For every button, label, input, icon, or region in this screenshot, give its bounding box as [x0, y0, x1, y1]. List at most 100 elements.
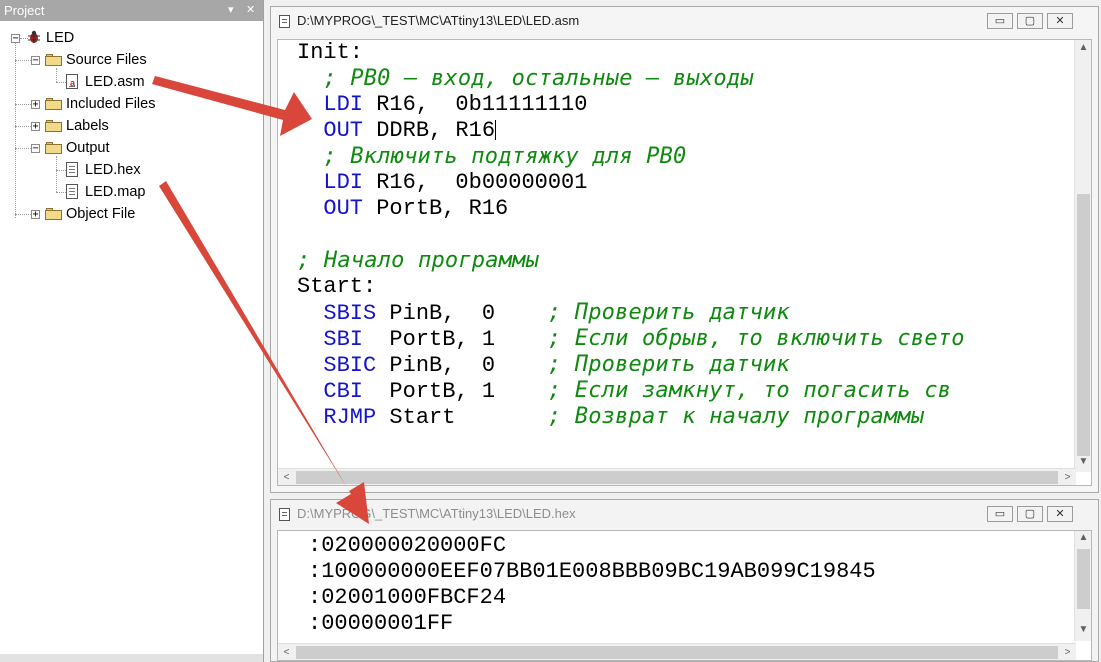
- code-comment: ; Проверить датчик: [547, 300, 790, 325]
- asm-vertical-scrollbar[interactable]: ▲ ▼: [1074, 40, 1091, 472]
- asm-window-titlebar[interactable]: D:\MYPROG\_TEST\MC\ATtiny13\LED\LED.asm …: [271, 7, 1098, 35]
- code-line: OUT DDRB, R16: [297, 118, 965, 144]
- code-line: ; Начало программы: [297, 248, 965, 274]
- scroll-down-icon[interactable]: ▼: [1075, 624, 1091, 635]
- code-comment: ; Возврат к началу программы: [547, 404, 925, 429]
- tree-item-led-map[interactable]: LED.map: [0, 182, 260, 202]
- code-operands: R16, 0b11111110: [363, 92, 588, 117]
- code-comment: ; Если обрыв, то включить свето: [547, 326, 965, 351]
- code-operands: Start: [376, 405, 548, 430]
- code-operands: PinB, 0: [376, 301, 548, 326]
- scroll-left-icon[interactable]: <: [278, 470, 295, 485]
- code-operands: PinB, 0: [376, 353, 548, 378]
- code-line: LDI R16, 0b11111110: [297, 92, 965, 118]
- folder-open-icon: [45, 142, 62, 154]
- folder-icon: [45, 120, 62, 132]
- tree-item-led-project[interactable]: − LED: [0, 28, 260, 48]
- tree-item-led-hex[interactable]: LED.hex: [0, 160, 260, 180]
- close-button[interactable]: ✕: [1047, 13, 1073, 29]
- code-line: ; Включить подтяжку для PB0: [297, 144, 965, 170]
- tree-item-source-files[interactable]: − Source Files: [0, 50, 260, 70]
- code-comment: ; Если замкнут, то погасить св: [547, 378, 952, 403]
- maximize-button[interactable]: ▢: [1017, 506, 1043, 522]
- code-keyword: LDI: [323, 170, 364, 195]
- collapse-icon[interactable]: −: [11, 34, 20, 44]
- asm-code[interactable]: Init: ; PB0 – вход, остальные – выходы L…: [297, 40, 965, 430]
- scroll-right-icon[interactable]: >: [1059, 645, 1076, 660]
- code-line: ; PB0 – вход, остальные – выходы: [297, 66, 965, 92]
- file-icon: [66, 162, 78, 177]
- scroll-left-icon[interactable]: <: [278, 645, 295, 660]
- code-comment: ; Начало программы: [297, 248, 540, 273]
- expand-icon[interactable]: +: [31, 210, 40, 220]
- scroll-thumb[interactable]: [1077, 194, 1090, 456]
- hex-window-titlebar[interactable]: D:\MYPROG\_TEST\MC\ATtiny13\LED\LED.hex …: [271, 500, 1098, 528]
- code-keyword: LDI: [323, 92, 364, 117]
- minimize-button[interactable]: ▭: [987, 506, 1013, 522]
- code-line: LDI R16, 0b00000001: [297, 170, 965, 196]
- hex-horizontal-scrollbar[interactable]: < >: [278, 643, 1076, 660]
- code-line: SBIC PinB, 0 ; Проверить датчик: [297, 352, 965, 378]
- code-comment: ; PB0 – вход, остальные – выходы: [323, 66, 754, 91]
- tree-item-output[interactable]: − Output: [0, 138, 260, 158]
- code-line: CBI PortB, 1 ; Если замкнут, то погасить…: [297, 378, 965, 404]
- hex-record-line: :020000020000FC: [308, 533, 507, 558]
- close-button[interactable]: ✕: [1047, 506, 1073, 522]
- asm-editor-area[interactable]: Init: ; PB0 – вход, остальные – выходы L…: [277, 39, 1092, 486]
- asm-horizontal-scrollbar[interactable]: < >: [278, 468, 1076, 485]
- tree-label: Labels: [66, 118, 109, 134]
- asm-window-title: D:\MYPROG\_TEST\MC\ATtiny13\LED\LED.asm: [297, 13, 580, 28]
- tree-label: Object File: [66, 206, 136, 222]
- tree-item-led-asm[interactable]: a LED.asm: [0, 72, 260, 92]
- code-label: Start:: [297, 274, 377, 299]
- folder-icon: [45, 208, 62, 220]
- code-label: Init:: [297, 40, 364, 65]
- collapse-icon[interactable]: −: [31, 144, 40, 154]
- hex-content-area[interactable]: :020000020000FC:100000000EEF07BB01E008BB…: [277, 530, 1092, 661]
- maximize-button[interactable]: ▢: [1017, 13, 1043, 29]
- code-line: SBIS PinB, 0 ; Проверить датчик: [297, 300, 965, 326]
- tree-label: LED.asm: [85, 74, 145, 90]
- code-operands: DDRB, R16: [363, 118, 496, 143]
- asm-file-icon: a: [66, 74, 78, 89]
- scroll-up-icon[interactable]: ▲: [1075, 532, 1091, 543]
- minimize-button[interactable]: ▭: [987, 13, 1013, 29]
- tree-item-labels[interactable]: + Labels: [0, 116, 260, 136]
- asm-editor-window: D:\MYPROG\_TEST\MC\ATtiny13\LED\LED.asm …: [270, 6, 1099, 493]
- collapse-icon[interactable]: −: [31, 56, 40, 66]
- code-comment: ; Проверить датчик: [547, 352, 790, 377]
- document-icon: [279, 15, 290, 28]
- scroll-thumb[interactable]: [296, 646, 1058, 659]
- tree-label: Included Files: [66, 96, 156, 112]
- code-line: Init:: [297, 40, 965, 66]
- tree-item-included-files[interactable]: + Included Files: [0, 94, 260, 114]
- hex-vertical-scrollbar[interactable]: ▲ ▼: [1074, 531, 1091, 641]
- code-keyword: OUT: [323, 118, 364, 143]
- folder-open-icon: [45, 54, 62, 66]
- scroll-right-icon[interactable]: >: [1059, 470, 1076, 485]
- scroll-thumb[interactable]: [296, 471, 1058, 484]
- tree-item-object-file[interactable]: + Object File: [0, 204, 260, 224]
- text-cursor: [495, 120, 497, 141]
- scroll-up-icon[interactable]: ▲: [1075, 42, 1091, 53]
- project-panel-header: Project ▾ ✕: [0, 0, 263, 21]
- code-comment: ; Включить подтяжку для PB0: [323, 144, 687, 169]
- hex-record-line: :00000001FF: [308, 611, 454, 636]
- tree-label: LED.hex: [85, 162, 141, 178]
- project-tree: − LED − Source Files a LED.asm + Include…: [0, 22, 262, 658]
- scroll-thumb[interactable]: [1077, 549, 1090, 609]
- code-operands: PortB, R16: [363, 196, 509, 221]
- code-line: Start:: [297, 274, 965, 300]
- project-panel-title: Project: [4, 3, 45, 18]
- code-keyword: SBI: [323, 327, 364, 352]
- close-icon[interactable]: ✕: [246, 0, 255, 21]
- code-line: SBI PortB, 1 ; Если обрыв, то включить с…: [297, 326, 965, 352]
- scroll-down-icon[interactable]: ▼: [1075, 456, 1091, 467]
- expand-icon[interactable]: +: [31, 100, 40, 110]
- panel-scrollbar[interactable]: [0, 654, 263, 662]
- expand-icon[interactable]: +: [31, 122, 40, 132]
- code-operands: PortB, 1: [363, 327, 548, 352]
- pin-icon[interactable]: ▾: [228, 0, 234, 21]
- hex-code[interactable]: :020000020000FC:100000000EEF07BB01E008BB…: [308, 533, 876, 637]
